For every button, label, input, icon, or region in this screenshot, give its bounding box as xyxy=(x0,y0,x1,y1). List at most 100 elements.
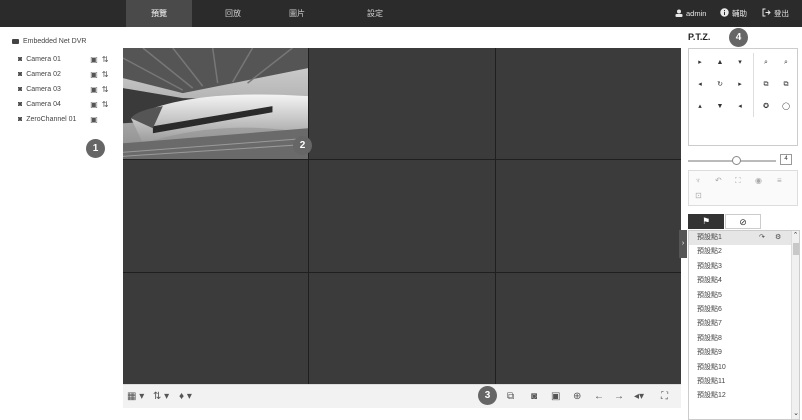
set-preset-icon[interactable]: ⚙ xyxy=(775,231,781,245)
video-window-9[interactable] xyxy=(495,272,681,384)
prev-page-icon[interactable]: ← xyxy=(594,391,604,402)
focus-near-icon[interactable]: ⧉ xyxy=(759,79,773,91)
list-item[interactable]: 預設點10 xyxy=(689,361,799,375)
next-page-icon[interactable]: → xyxy=(614,391,624,402)
lens-init-icon[interactable]: ◉ xyxy=(755,176,762,185)
list-item[interactable]: 預設點7 xyxy=(689,317,799,331)
3d-position-icon[interactable]: ⊡ xyxy=(695,191,702,200)
pan-left-button[interactable]: ◂ xyxy=(693,79,707,91)
light-icon[interactable]: ♆ xyxy=(695,176,701,185)
help-link[interactable]: 輔助 xyxy=(720,0,747,27)
tab-patrols[interactable]: ⊘ xyxy=(725,214,761,229)
video-window-8[interactable] xyxy=(309,272,495,384)
ptz-lock-icon[interactable]: ⇅ xyxy=(102,85,109,94)
preset-label: 預設點3 xyxy=(697,262,722,270)
volume-icon[interactable]: ◂▾ xyxy=(634,391,644,402)
list-item[interactable]: 預設點6 xyxy=(689,303,799,317)
preset-scrollbar[interactable]: ⌃ ⌄ xyxy=(791,231,799,419)
record-all-icon[interactable]: ▣ xyxy=(551,391,560,402)
ptz-lock-icon[interactable]: ⇅ xyxy=(102,70,109,79)
list-item[interactable]: 預設點1 ↷ ⚙ xyxy=(689,231,799,246)
layout-grid-icon[interactable]: ▦ ▾ xyxy=(127,391,144,402)
wiper-icon[interactable]: ↶ xyxy=(715,176,722,185)
capture-icon[interactable]: ◙ xyxy=(531,391,537,402)
callout-3: 3 xyxy=(478,386,497,405)
zoom-in-icon[interactable]: ⌕ xyxy=(759,57,773,69)
username-label: admin xyxy=(686,9,707,18)
dvr-root-node[interactable]: Embedded Net DVR xyxy=(12,34,122,48)
ptz-speed-slider-knob[interactable] xyxy=(732,156,741,165)
iris-close-icon[interactable]: ◯ xyxy=(779,101,793,113)
pan-up-left-button[interactable]: ▸ xyxy=(693,57,707,69)
tab-settings[interactable]: 設定 xyxy=(342,0,408,27)
record-icon[interactable]: ▣ xyxy=(90,85,98,94)
route-icon: ⊘ xyxy=(739,217,747,227)
list-item[interactable]: 預設點2 xyxy=(689,245,799,259)
dvr-icon xyxy=(12,38,19,44)
aux-focus-icon[interactable]: ⛶ xyxy=(735,176,741,186)
list-item[interactable]: 預設點5 xyxy=(689,289,799,303)
tab-playback[interactable]: 回放 xyxy=(200,0,266,27)
user-menu[interactable]: admin xyxy=(675,0,706,27)
zoom-out-icon[interactable]: ⌕ xyxy=(779,57,793,69)
menu-icon[interactable]: ≡ xyxy=(777,176,782,185)
call-preset-icon[interactable]: ↷ xyxy=(759,231,765,245)
record-icon[interactable]: ▣ xyxy=(90,115,98,124)
list-item[interactable]: 預設點4 xyxy=(689,274,799,288)
camera-row[interactable]: ◙ Camera 01 ▣ ⇅ xyxy=(12,52,122,67)
panel-collapse-handle[interactable]: › xyxy=(679,230,687,258)
record-icon[interactable]: ▣ xyxy=(90,100,98,109)
flag-icon: ⚑ xyxy=(701,216,711,226)
tab-picture[interactable]: 圖片 xyxy=(264,0,330,27)
preset-list: 預設點1 ↷ ⚙ 預設點2 預設點3 預設點4 預設點5 預設點6 預設點7 預… xyxy=(688,230,800,420)
list-item[interactable]: 預設點3 xyxy=(689,260,799,274)
pan-down-left-button[interactable]: ▴ xyxy=(693,101,707,113)
camera-label: Camera 04 xyxy=(26,101,61,108)
scroll-up-icon[interactable]: ⌃ xyxy=(792,231,799,241)
list-item[interactable]: 預設點9 xyxy=(689,346,799,360)
list-item[interactable]: 預設點12 xyxy=(689,389,799,403)
list-item[interactable]: 預設點11 xyxy=(689,375,799,389)
camera-row[interactable]: ◙ ZeroChannel 01 ▣ xyxy=(12,112,122,127)
preset-label: 預設點4 xyxy=(697,277,722,285)
list-item[interactable]: 預設點8 xyxy=(689,332,799,346)
video-window-5[interactable] xyxy=(309,160,495,272)
preset-label: 預設點5 xyxy=(697,291,722,299)
video-window-4[interactable] xyxy=(123,160,309,272)
stop-all-icon[interactable]: ⧉ xyxy=(507,391,514,402)
scroll-thumb[interactable] xyxy=(793,243,799,255)
auto-pan-button[interactable]: ↻ xyxy=(713,79,727,91)
pan-down-right-button[interactable]: ◂ xyxy=(733,101,747,113)
logout-link[interactable]: 登出 xyxy=(762,0,789,27)
camera-icon: ◙ xyxy=(18,56,23,63)
tilt-up-button[interactable]: ▲ xyxy=(713,57,727,69)
ptz-lock-icon[interactable]: ⇅ xyxy=(102,55,109,64)
tab-presets[interactable]: ⚑ xyxy=(688,214,724,229)
ptz-direction-pad: ▸ ▲ ▾ ◂ ↻ ▸ ▴ ▼ ◂ ⌕ ⌕ ⧉ ⧉ ✪ ◯ xyxy=(688,48,798,146)
ptz-lock-icon[interactable]: ⇅ xyxy=(102,100,109,109)
video-window-7[interactable] xyxy=(123,272,309,384)
tilt-down-button[interactable]: ▼ xyxy=(713,101,727,113)
video-window-6[interactable] xyxy=(495,160,681,272)
video-grid xyxy=(123,48,681,384)
video-window-3[interactable] xyxy=(495,48,681,160)
record-icon[interactable]: ▣ xyxy=(90,70,98,79)
video-window-2[interactable] xyxy=(309,48,495,160)
scroll-down-icon[interactable]: ⌄ xyxy=(792,409,799,417)
tab-preview[interactable]: 預覽 xyxy=(126,0,192,27)
fullscreen-icon[interactable]: ⛶ xyxy=(661,391,668,402)
zoom-icon[interactable]: ⊕ xyxy=(573,391,581,402)
camera-row[interactable]: ◙ Camera 03 ▣ ⇅ xyxy=(12,82,122,97)
dvr-label: Embedded Net DVR xyxy=(23,37,87,45)
video-window-1[interactable] xyxy=(123,48,309,160)
iris-open-icon[interactable]: ✪ xyxy=(759,101,773,113)
callout-2: 2 xyxy=(293,136,312,155)
camera-row[interactable]: ◙ Camera 04 ▣ ⇅ xyxy=(12,97,122,112)
focus-far-icon[interactable]: ⧉ xyxy=(779,79,793,91)
camera-row[interactable]: ◙ Camera 02 ▣ ⇅ xyxy=(12,67,122,82)
pan-up-right-button[interactable]: ▾ xyxy=(733,57,747,69)
stream-type-icon[interactable]: ⇅ ▾ xyxy=(153,391,169,402)
pan-right-button[interactable]: ▸ xyxy=(733,79,747,91)
microphone-icon[interactable]: ♦ ▾ xyxy=(179,391,192,402)
record-icon[interactable]: ▣ xyxy=(90,55,98,64)
